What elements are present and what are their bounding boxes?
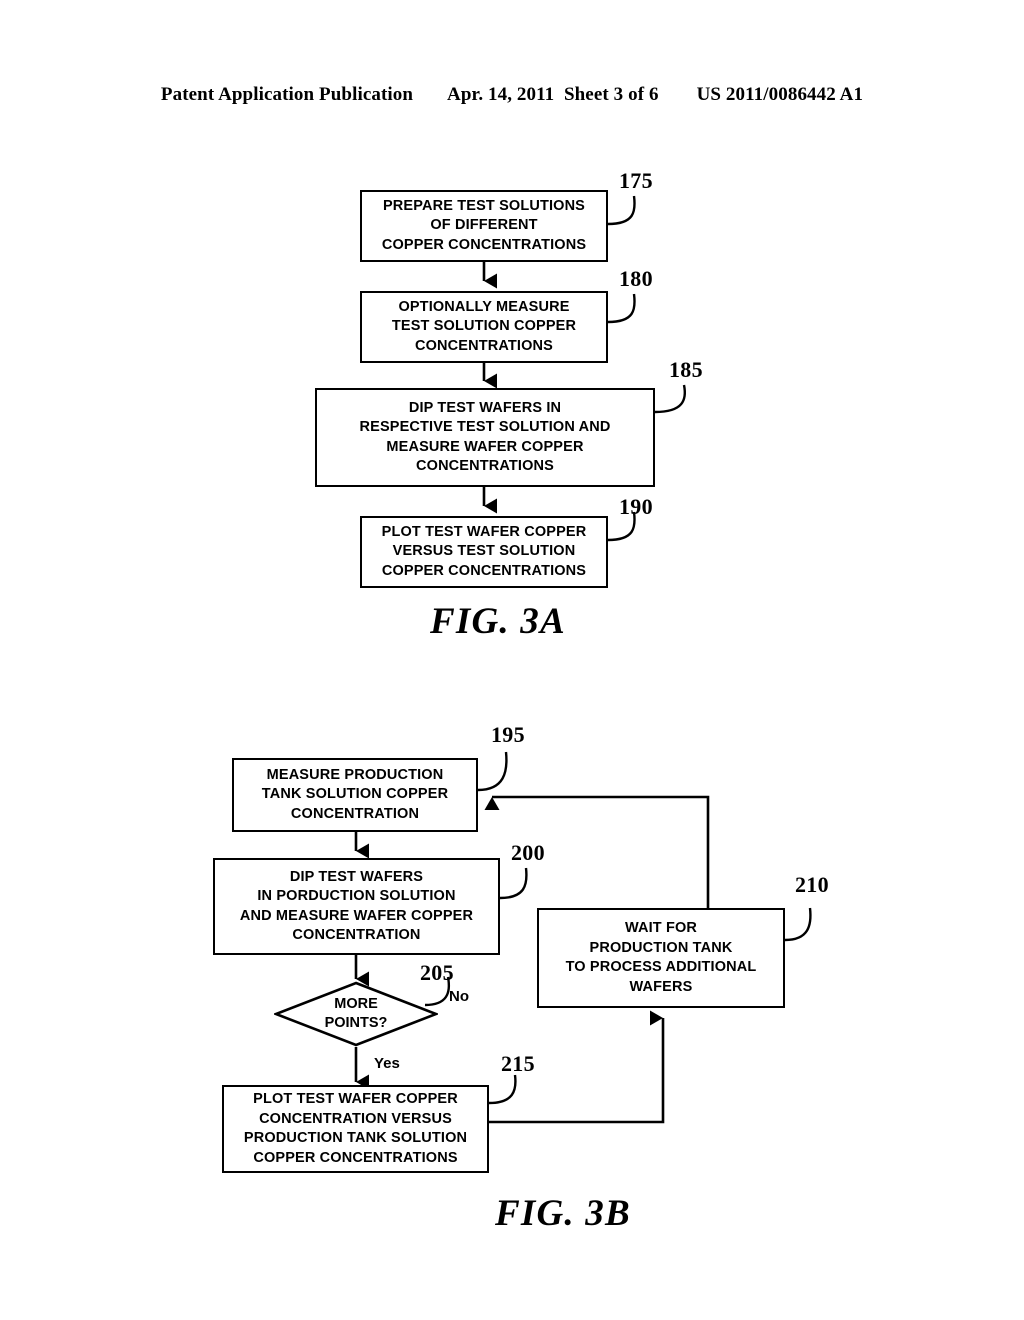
process-box-195[interactable]: MEASURE PRODUCTION TANK SOLUTION COPPER … [232,758,478,832]
process-box-185[interactable]: DIP TEST WAFERS IN RESPECTIVE TEST SOLUT… [315,388,655,487]
ref-numeral-200: 200 [511,840,545,865]
ref-numeral-195: 195 [491,722,525,747]
ref-numeral-175: 175 [619,168,653,193]
process-box-210[interactable]: WAIT FOR PRODUCTION TANK TO PROCESS ADDI… [537,908,785,1008]
process-box-200-label: DIP TEST WAFERS IN PORDUCTION SOLUTION A… [239,868,474,944]
page-header: Patent Application Publication Apr. 14, … [0,84,1024,112]
ref-numeral-180: 180 [619,266,653,291]
ref-numeral-210: 210 [795,872,829,897]
branch-label-yes: Yes [374,1055,400,1072]
publication-type-label: Patent Application Publication [160,84,414,105]
decision-diamond-205-label: MORE POINTS? [324,995,388,1032]
process-box-175-label: PREPARE TEST SOLUTIONS OF DIFFERENT COPP… [381,197,587,253]
process-box-175[interactable]: PREPARE TEST SOLUTIONS OF DIFFERENT COPP… [360,190,608,262]
branch-label-no: No [449,988,469,1005]
process-box-195-label: MEASURE PRODUCTION TANK SOLUTION COPPER … [261,766,449,822]
ref-numeral-190: 190 [619,494,653,519]
process-box-190-label: PLOT TEST WAFER COPPER VERSUS TEST SOLUT… [381,523,587,579]
figure-caption-3a: FIG. 3A [430,601,566,642]
process-box-200[interactable]: DIP TEST WAFERS IN PORDUCTION SOLUTION A… [213,858,500,955]
process-box-215-label: PLOT TEST WAFER COPPER CONCENTRATION VER… [243,1091,468,1166]
figure-caption-3b: FIG. 3B [495,1193,631,1234]
ref-numeral-205: 205 [420,960,454,985]
process-box-215[interactable]: PLOT TEST WAFER COPPER CONCENTRATION VER… [222,1085,489,1173]
ref-numeral-185: 185 [669,357,703,382]
ref-numeral-215: 215 [501,1051,535,1076]
process-box-210-label: WAIT FOR PRODUCTION TANK TO PROCESS ADDI… [565,920,757,995]
decision-diamond-205[interactable]: MORE POINTS? [274,981,438,1047]
process-box-190[interactable]: PLOT TEST WAFER COPPER VERSUS TEST SOLUT… [360,516,608,588]
publication-number: US 2011/0086442 A1 [696,84,864,105]
publication-date-sheet: Apr. 14, 2011 Sheet 3 of 6 [447,84,659,105]
process-box-180-label: OPTIONALLY MEASURE TEST SOLUTION COPPER … [391,298,577,354]
process-box-185-label: DIP TEST WAFERS IN RESPECTIVE TEST SOLUT… [359,399,611,475]
process-box-180[interactable]: OPTIONALLY MEASURE TEST SOLUTION COPPER … [360,291,608,363]
